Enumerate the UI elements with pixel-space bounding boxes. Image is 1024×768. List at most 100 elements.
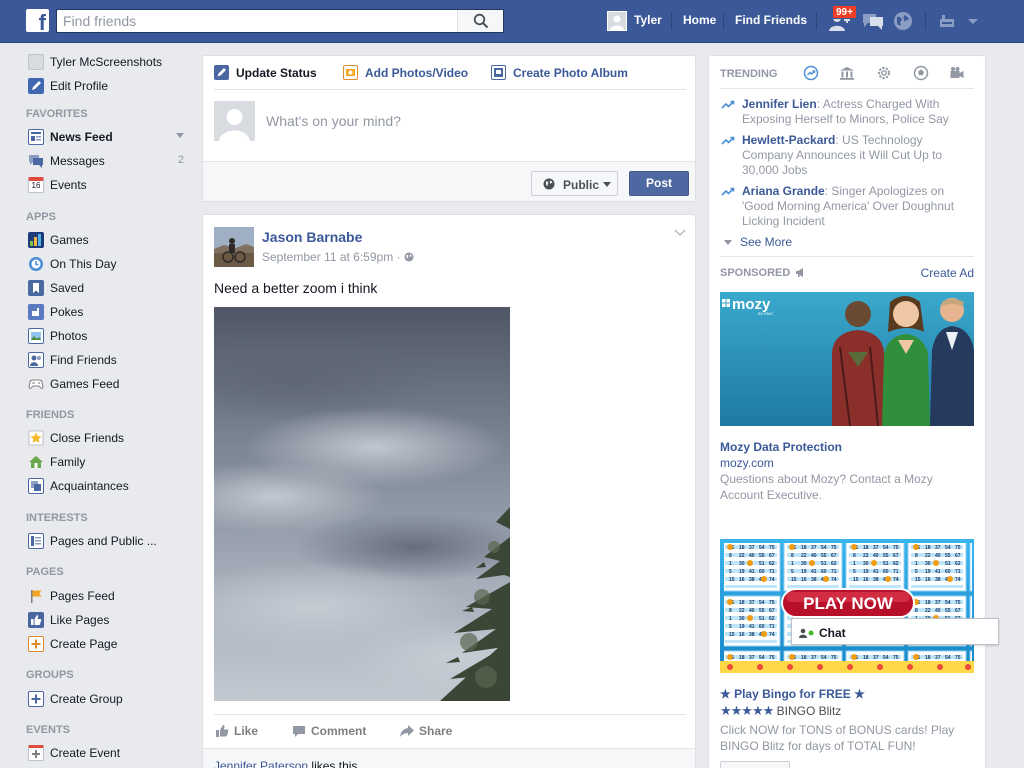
sidebar-item-label: Close Friends	[50, 431, 125, 445]
section-heading-apps: APPS	[26, 211, 56, 223]
sports-ball-icon[interactable]	[913, 65, 929, 81]
mozy-ad-image[interactable]: mozy BY EMC	[720, 292, 974, 426]
sidebar-item-profile[interactable]: Tyler McScreenshots	[24, 52, 190, 72]
status-input[interactable]: What's on your mind?	[266, 113, 401, 129]
create-ad-link[interactable]: Create Ad	[921, 266, 974, 280]
author-avatar[interactable]	[214, 227, 254, 267]
sidebar-item-pokes[interactable]: Pokes	[24, 302, 190, 322]
home-link[interactable]: Home	[683, 13, 716, 27]
sidebar-item-label: Family	[50, 455, 86, 469]
sidebar-item-label: Messages	[50, 154, 105, 168]
post-button[interactable]: Post	[629, 171, 689, 196]
megaphone-icon[interactable]	[795, 267, 807, 278]
divider	[720, 88, 974, 89]
bingo-ad-image[interactable]: 1118375475 822405567 1305162 519416071 1…	[720, 539, 974, 673]
trending-item[interactable]: Hewlett-Packard: US Technology Company A…	[720, 133, 970, 180]
account-settings-menu[interactable]	[965, 10, 989, 32]
trending-heading: TRENDING	[720, 68, 778, 80]
camera-icon	[343, 65, 358, 80]
chat-status-icon	[799, 628, 814, 638]
sidebar-item-create-group[interactable]: Create Group	[24, 689, 190, 709]
post-meta: September 11 at 6:59pm ·	[262, 250, 414, 264]
trending-topic-name[interactable]: Ariana Grande	[742, 184, 825, 198]
likes-suffix: likes this.	[308, 759, 361, 768]
sidebar-item-saved[interactable]: Saved	[24, 278, 190, 298]
create-event-icon	[28, 745, 44, 761]
author-name-link[interactable]: Jason Barnabe	[262, 229, 362, 245]
entertainment-camera-icon[interactable]	[949, 65, 965, 81]
create-page-icon	[28, 636, 44, 652]
sidebar-item-events[interactable]: 16 Events	[24, 175, 190, 195]
section-heading-favorites: FAVORITES	[26, 108, 88, 120]
sidebar-item-create-page[interactable]: Create Page	[24, 634, 190, 654]
trending-top-icon[interactable]	[803, 65, 819, 81]
sidebar-item-label: Edit Profile	[50, 79, 109, 93]
trending-item[interactable]: Ariana Grande: Singer Apologizes on 'Goo…	[720, 184, 970, 231]
sidebar-item-pages-and-public[interactable]: Pages and Public ...	[24, 531, 190, 551]
sidebar-item-news-feed[interactable]: News Feed	[24, 127, 190, 147]
science-gear-icon[interactable]	[876, 65, 892, 81]
trending-item[interactable]: Jennifer Lien: Actress Charged With Expo…	[720, 97, 970, 129]
ad-cta-button[interactable]	[720, 761, 790, 768]
feed-story: Jason Barnabe September 11 at 6:59pm · N…	[202, 214, 696, 768]
sidebar-item-like-pages[interactable]: Like Pages	[24, 610, 190, 630]
sidebar-item-label: Games Feed	[50, 377, 120, 391]
search-icon	[473, 13, 489, 29]
search-input[interactable]	[57, 10, 457, 32]
section-heading-friends: FRIENDS	[26, 409, 75, 421]
privacy-shortcuts-jewel[interactable]	[937, 10, 961, 32]
see-more-link[interactable]: See More	[724, 235, 792, 249]
story-options-chevron-icon[interactable]	[674, 229, 686, 237]
chat-sidebar-toggle[interactable]: Chat	[791, 618, 999, 645]
sidebar-item-label: Tyler McScreenshots	[50, 55, 163, 69]
sidebar-item-create-event[interactable]: Create Event	[24, 743, 190, 763]
profile-link[interactable]: Tyler	[634, 13, 662, 27]
section-heading-groups: GROUPS	[26, 669, 74, 681]
meta-separator: ·	[396, 250, 401, 264]
like-label: Like	[234, 724, 259, 738]
messages-jewel[interactable]	[861, 10, 885, 32]
find-friends-link[interactable]: Find Friends	[735, 13, 807, 27]
search-button[interactable]	[457, 10, 503, 32]
trending-arrow-icon	[721, 136, 735, 145]
ad-url-link[interactable]: mozy.com	[720, 456, 774, 470]
sidebar-item-photos[interactable]: Photos	[24, 326, 190, 346]
gamepad-icon	[28, 376, 44, 392]
audience-selector-button[interactable]: Public	[531, 171, 618, 196]
public-globe-icon[interactable]	[404, 252, 414, 262]
trending-topic-name[interactable]: Hewlett-Packard	[742, 133, 835, 147]
ad-app-name: BINGO Blitz	[776, 704, 842, 718]
pages-list-icon	[28, 533, 44, 549]
ad-title-link[interactable]: Mozy Data Protection	[720, 440, 842, 454]
trending-topic-name[interactable]: Jennifer Lien	[742, 97, 817, 111]
post-timestamp-link[interactable]: September 11 at 6:59pm	[262, 250, 393, 264]
sidebar-item-acquaintances[interactable]: Acquaintances	[24, 476, 190, 496]
lock-icon	[940, 15, 954, 27]
acquaintances-icon	[28, 478, 44, 494]
sidebar-item-label: Photos	[50, 329, 88, 343]
pencil-icon	[28, 78, 44, 94]
sidebar-item-label: Find Friends	[50, 353, 117, 367]
sidebar-item-edit-profile[interactable]: Edit Profile	[24, 76, 190, 96]
games-icon	[28, 232, 44, 248]
sidebar-item-family[interactable]: Family	[24, 452, 190, 472]
facebook-logo-icon[interactable]: f	[26, 9, 49, 32]
caret-down-icon[interactable]	[176, 133, 184, 138]
politics-building-icon[interactable]	[839, 65, 855, 81]
sidebar-item-messages[interactable]: Messages 2	[24, 151, 190, 171]
sidebar-item-games[interactable]: Games	[24, 230, 190, 250]
profile-avatar[interactable]	[607, 11, 627, 31]
house-icon	[28, 454, 44, 470]
sidebar-item-games-feed[interactable]: Games Feed	[24, 374, 190, 394]
sidebar-item-find-friends[interactable]: Find Friends	[24, 350, 190, 370]
liker-name-link[interactable]: Jennifer Paterson	[214, 759, 308, 768]
likes-summary-bar: Jennifer Paterson likes this.	[203, 748, 695, 768]
sidebar-item-on-this-day[interactable]: On This Day	[24, 254, 190, 274]
chevron-down-icon	[968, 19, 978, 24]
flag-icon	[28, 588, 44, 604]
post-photo[interactable]	[214, 307, 510, 701]
sidebar-item-close-friends[interactable]: Close Friends	[24, 428, 190, 448]
sidebar-item-pages-feed[interactable]: Pages Feed	[24, 586, 190, 606]
notifications-jewel[interactable]	[891, 10, 915, 32]
ad-title-link[interactable]: ★ Play Bingo for FREE ★	[720, 687, 865, 701]
